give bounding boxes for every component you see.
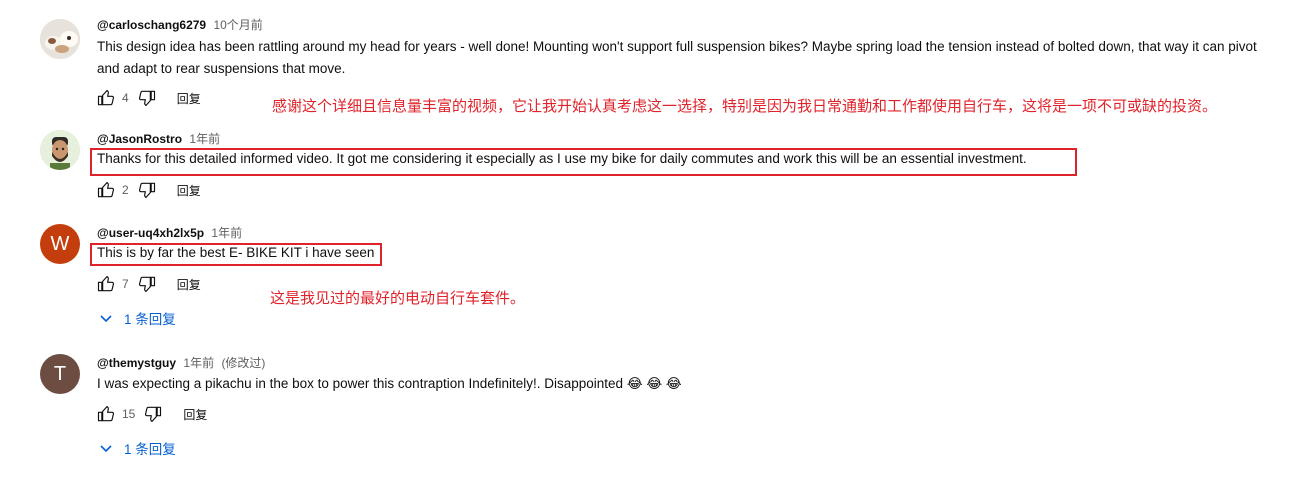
comment-text-line: This design idea has been rattling aroun… [97, 39, 1257, 54]
timestamp[interactable]: 10个月前 [213, 18, 262, 32]
author-name[interactable]: @JasonRostro [97, 132, 182, 146]
avatar-photo-icon [40, 19, 80, 59]
like-icon[interactable] [94, 402, 118, 426]
chevron-down-icon [100, 315, 112, 323]
reply-button[interactable]: 回复 [177, 90, 201, 107]
comment-header: @user-uq4xh2lx5p 1年前 [97, 224, 242, 241]
like-count: 4 [122, 91, 129, 105]
replies-label: 1 条回复 [124, 442, 176, 457]
like-count: 15 [122, 407, 136, 421]
timestamp[interactable]: 1年前 [211, 226, 242, 240]
translation-note: 这是我见过的最好的电动自行车套件。 [270, 290, 526, 307]
comment-actions: 15 回复 [94, 402, 207, 426]
avatar[interactable] [40, 130, 80, 170]
comment-actions: 4 回复 [94, 86, 201, 110]
translation-note: 感谢这个详细且信息量丰富的视频，它让我开始认真考虑这一选择，特别是因为我日常通勤… [272, 98, 1218, 115]
comment-actions: 2 回复 [94, 178, 201, 202]
reply-button[interactable]: 回复 [177, 276, 201, 293]
like-icon[interactable] [94, 86, 118, 110]
avatar-letter: T [53, 362, 67, 385]
timestamp[interactable]: 1年前 [183, 356, 214, 370]
timestamp[interactable]: 1年前 [189, 132, 220, 146]
chevron-down-icon [100, 445, 112, 453]
comment-actions: 7 回复 [94, 272, 201, 296]
dislike-icon[interactable] [141, 402, 165, 426]
avatar[interactable] [40, 19, 80, 59]
comment-text: I was expecting a pikachu in the box to … [97, 376, 682, 391]
highlight-box [90, 148, 1077, 176]
comment-header: @JasonRostro 1年前 [97, 130, 220, 147]
avatar[interactable]: T [40, 354, 80, 394]
dislike-icon[interactable] [135, 86, 159, 110]
replies-label: 1 条回复 [124, 312, 176, 327]
author-name[interactable]: @carloschang6279 [97, 18, 206, 32]
highlight-box [90, 243, 382, 266]
dislike-icon[interactable] [135, 178, 159, 202]
like-count: 2 [122, 183, 129, 197]
comment-text: This design idea has been rattling aroun… [97, 36, 1257, 80]
view-replies-button[interactable]: 1 条回复 [98, 306, 176, 330]
avatar-cartoon-icon [40, 130, 80, 170]
comment-text-line: and adapt to rear suspensions that move. [97, 61, 346, 76]
avatar[interactable]: W [40, 224, 80, 264]
comment-header: @themystguy 1年前 (修改过) [97, 354, 265, 371]
like-icon[interactable] [94, 272, 118, 296]
comment-header: @carloschang6279 10个月前 [97, 16, 263, 33]
author-name[interactable]: @user-uq4xh2lx5p [97, 226, 204, 240]
edited-label: (修改过) [221, 356, 266, 370]
like-count: 7 [122, 277, 129, 291]
dislike-icon[interactable] [135, 272, 159, 296]
avatar-letter: W [50, 232, 70, 255]
view-replies-button[interactable]: 1 条回复 [98, 436, 176, 460]
reply-button[interactable]: 回复 [183, 406, 207, 423]
like-icon[interactable] [94, 178, 118, 202]
author-name[interactable]: @themystguy [97, 356, 176, 370]
reply-button[interactable]: 回复 [177, 182, 201, 199]
